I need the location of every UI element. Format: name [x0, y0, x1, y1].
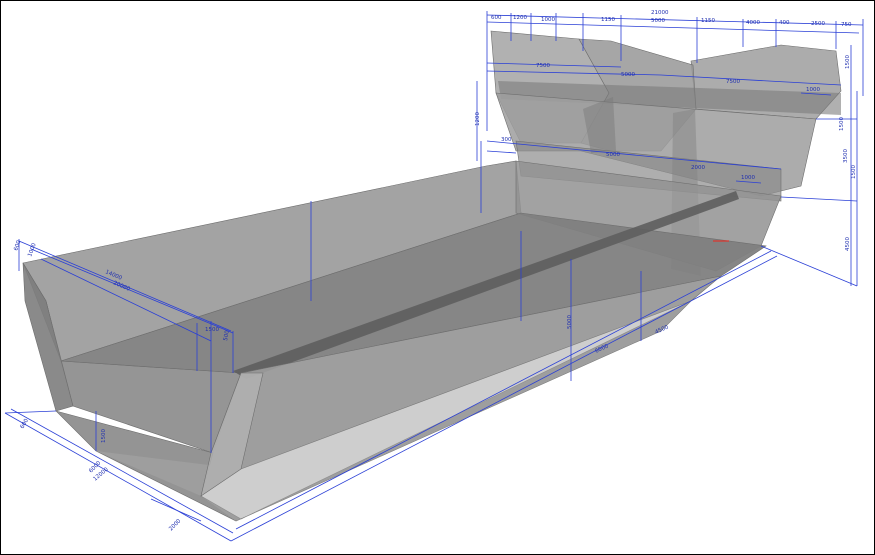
- dim-bottom-width-1: 600: [20, 417, 31, 430]
- dim-top-seg-9: 2500: [811, 21, 825, 27]
- dim-mid-width-1: 300: [501, 137, 512, 143]
- dim-upper-width-4: 1000: [806, 87, 820, 93]
- dim-right-height-4: 1500: [851, 165, 857, 179]
- dim-bottom-depth: 1500: [101, 429, 107, 443]
- dim-top-seg-10: 750: [841, 22, 852, 28]
- trench-3d-model: 21000 600 1200 1000 1150 5000 1150 4000 …: [4, 10, 864, 542]
- dim-bottom-width-4: 2000: [168, 518, 182, 532]
- main-trench: [22, 160, 782, 522]
- dim-top-seg-2: 1200: [513, 15, 527, 21]
- dim-mid-width-3: 2000: [691, 165, 705, 171]
- dim-top-seg-6: 1150: [701, 18, 715, 24]
- dim-top-seg-3: 1000: [541, 17, 555, 23]
- dim-right-height-2: 1500: [839, 117, 845, 131]
- dim-left-height: 1200: [475, 112, 481, 126]
- dim-front-width-2: 1000: [27, 242, 38, 258]
- dim-mid-width-4: 1000: [741, 175, 755, 181]
- dim-right-height-5: 4500: [845, 237, 851, 251]
- dim-top-seg-7: 4000: [746, 20, 760, 26]
- dim-upper-width-1: 7500: [536, 63, 550, 69]
- dim-upper-width-3: 7500: [726, 79, 740, 85]
- dim-top-seg-1: 600: [491, 15, 502, 21]
- dim-top-seg-8: 400: [779, 20, 790, 26]
- dim-front-near-1: 1500: [205, 327, 219, 333]
- dim-front-depth: 5000: [567, 315, 573, 329]
- cad-3d-viewport[interactable]: 21000 600 1200 1000 1150 5000 1150 4000 …: [0, 0, 875, 555]
- dim-top-seg-5: 5000: [651, 18, 665, 24]
- dim-mid-width-2: 5000: [606, 152, 620, 158]
- dim-front-width-1: 600: [13, 239, 22, 251]
- dim-upper-width-2: 5000: [621, 72, 635, 78]
- dim-right-height-1: 1500: [845, 55, 851, 69]
- dim-right-height-3: 3500: [843, 149, 849, 163]
- dim-top-total: 21000: [651, 10, 669, 16]
- dim-top-seg-4: 1150: [601, 17, 615, 23]
